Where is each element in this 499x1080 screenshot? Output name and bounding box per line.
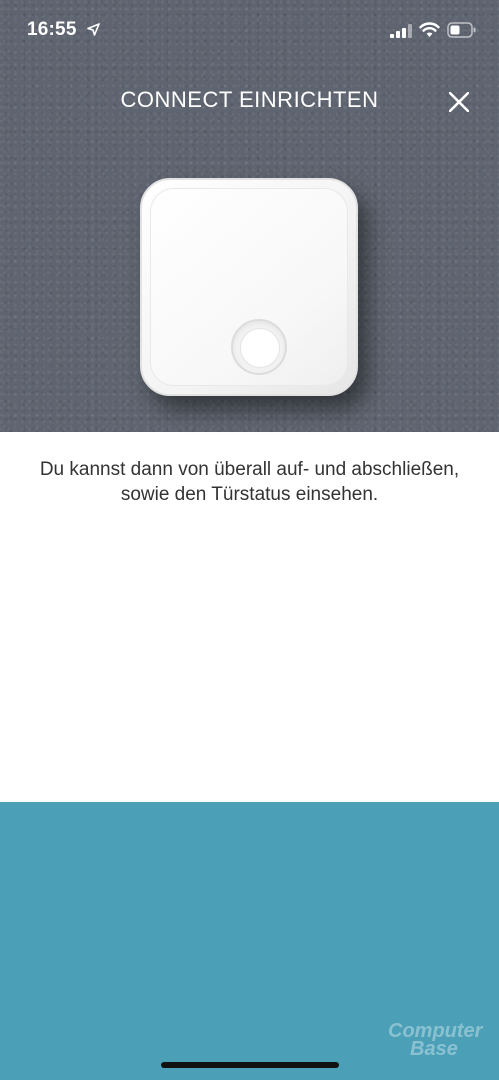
description-text: Du kannst dann von überall auf- und absc… [39, 459, 460, 505]
connect-bridge-device [140, 178, 358, 396]
page-title: CONNECT EINRICHTEN [120, 87, 379, 112]
watermark-line2: Base [410, 1038, 458, 1060]
battery-icon [447, 22, 476, 38]
home-indicator[interactable] [161, 1062, 339, 1068]
status-bar: 16:55 [0, 0, 499, 62]
close-icon [449, 92, 469, 112]
status-time: 16:55 [27, 19, 77, 40]
wifi-icon [419, 22, 440, 37]
device-face [150, 188, 348, 386]
location-arrow-icon [87, 23, 100, 36]
close-button[interactable] [443, 86, 475, 118]
watermark-logo: Computer Base [388, 1021, 488, 1068]
device-button [231, 319, 287, 375]
cellular-signal-icon [390, 24, 412, 38]
hero-image: 16:55 CONNECT EINRICHTEN [0, 0, 499, 432]
